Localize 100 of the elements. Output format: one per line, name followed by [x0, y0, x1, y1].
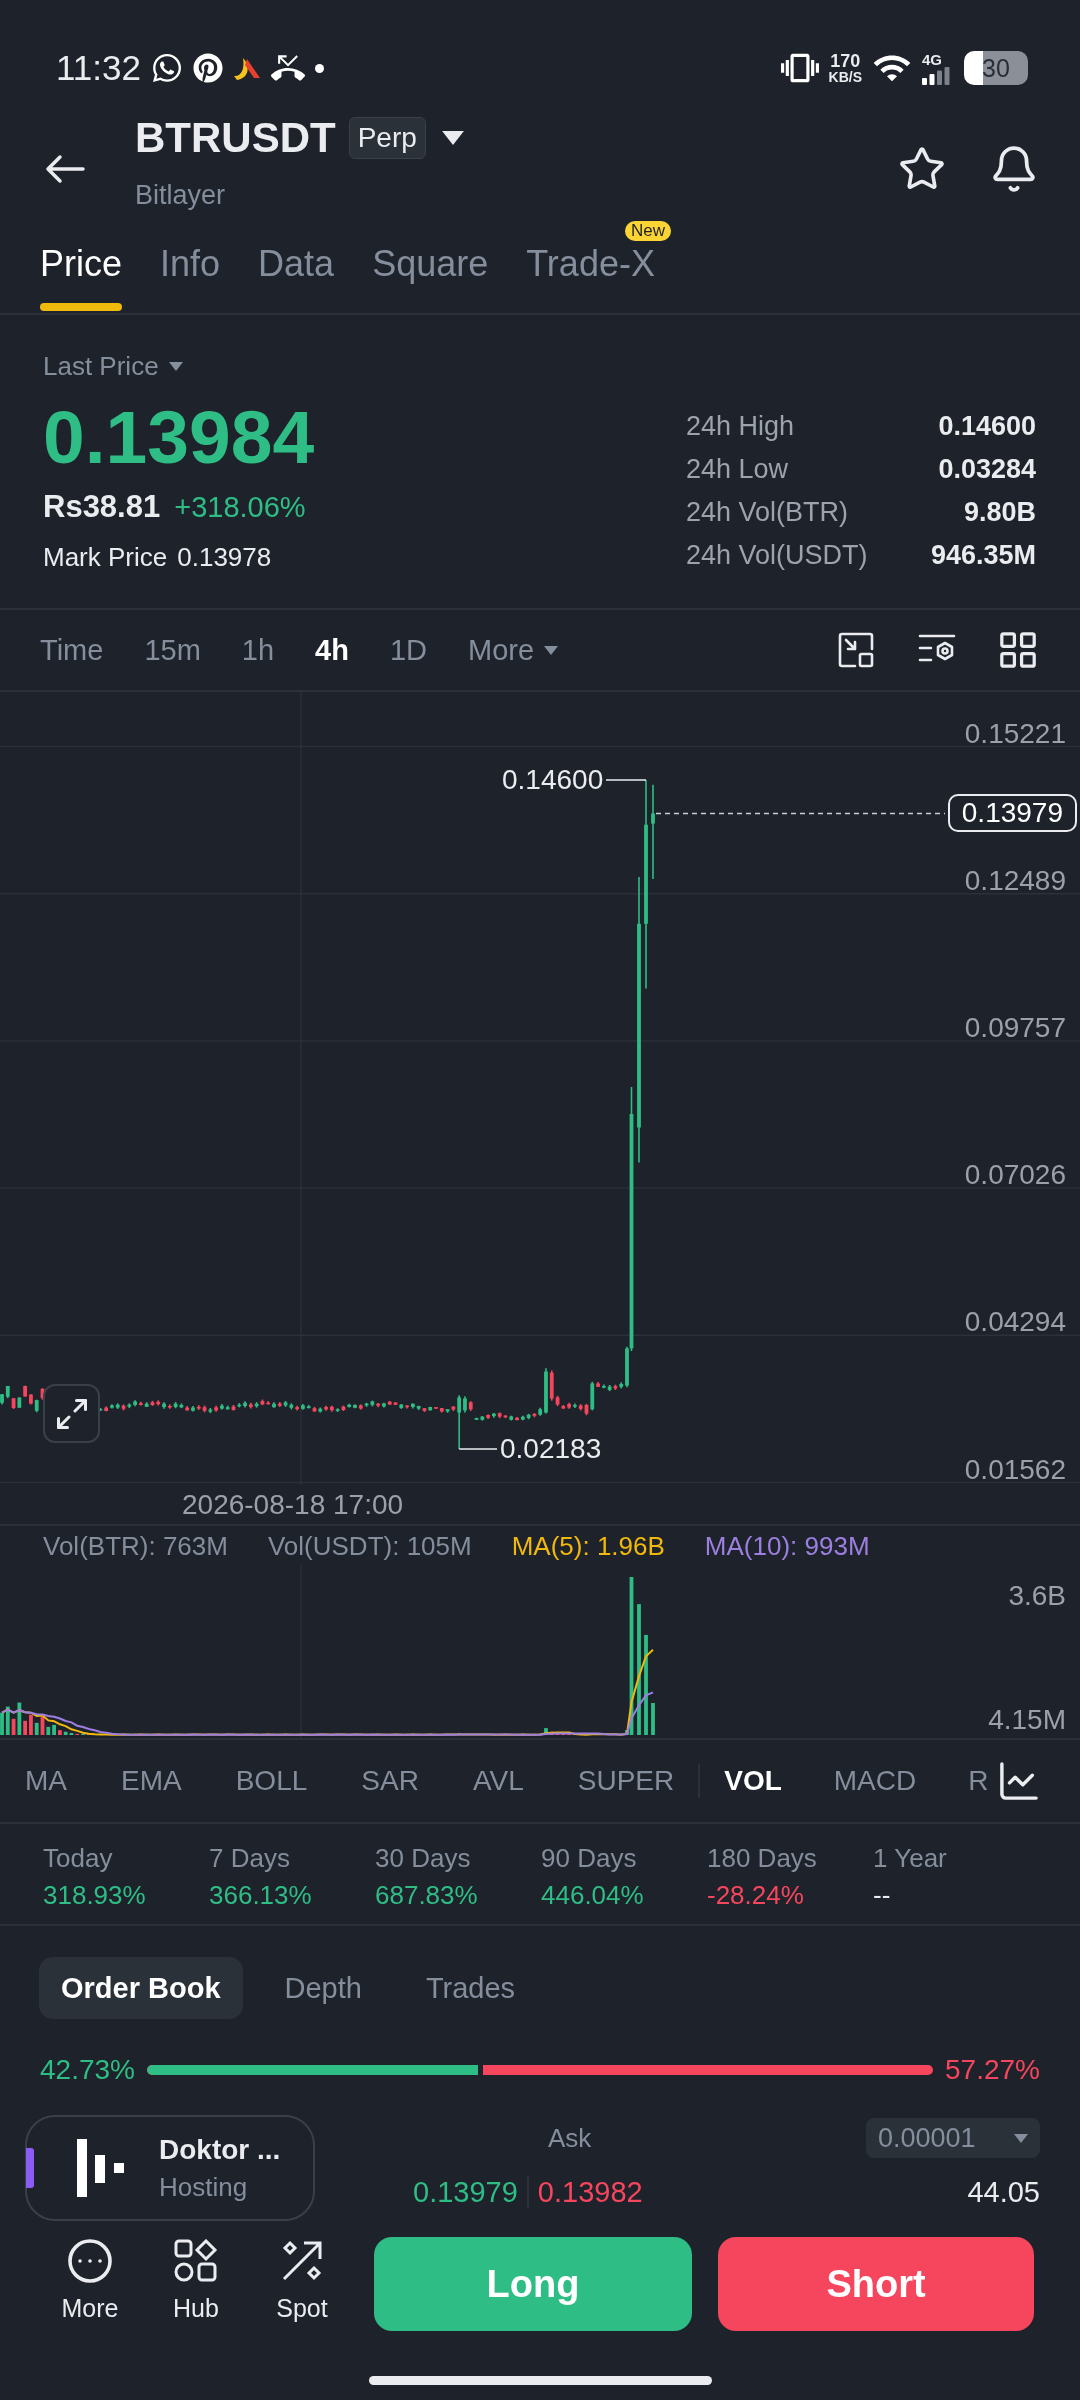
tab[interactable]: Square: [372, 243, 489, 313]
stat-label: 24h High: [686, 409, 795, 442]
tab[interactable]: Trade-X: [526, 243, 655, 313]
stat-value: 0.14600: [938, 409, 1036, 442]
best-ask-price: 0.13982: [537, 2175, 643, 2209]
price-type-dropdown[interactable]: Last Price: [43, 351, 183, 381]
price-axis-label: 0.07026: [964, 1160, 1066, 1191]
expand-arrows-icon: [56, 1398, 87, 1429]
order-amount: 44.05: [967, 2175, 1040, 2209]
stat-label: 24h Vol(BTR): [686, 495, 849, 528]
price-axis-label: 0.01562: [964, 1454, 1066, 1485]
period-change: --: [873, 1880, 891, 1910]
interval-tab[interactable]: Time: [40, 633, 104, 667]
period-change: 318.93%: [43, 1880, 146, 1910]
bell-icon[interactable]: [992, 145, 1036, 192]
indicator-tab[interactable]: SUPER: [577, 1765, 675, 1797]
period-label: Today: [43, 1843, 113, 1873]
high-price-marker: 0.14600: [502, 764, 604, 795]
indicator-tab[interactable]: AVL: [472, 1765, 524, 1797]
arrow-diamonds-icon: [280, 2239, 324, 2283]
book-tab[interactable]: Depth: [262, 1957, 384, 2019]
last-price: 0.13984: [43, 397, 315, 477]
volume-axis-label: 3.6B: [1008, 1581, 1066, 1611]
promo-title: Doktor ...: [159, 2134, 281, 2166]
period-label: 180 Days: [707, 1843, 817, 1873]
price-change: +318.06%: [174, 490, 306, 525]
stat-value: 0.03284: [938, 452, 1036, 485]
price-axis-label: 0.04294: [964, 1307, 1066, 1338]
book-tab[interactable]: Trades: [403, 1957, 538, 2019]
period-label: 30 Days: [375, 1843, 471, 1873]
ask-column-header: Ask: [548, 2123, 592, 2153]
window-resize-icon[interactable]: [838, 632, 874, 668]
tab[interactable]: Data: [258, 243, 335, 313]
pin-logo-icon: [193, 53, 223, 83]
stat-value: 946.35M: [930, 538, 1036, 571]
promo-subtitle: Hosting: [159, 2172, 248, 2202]
short-button[interactable]: Short: [718, 2237, 1034, 2331]
tab[interactable]: Price: [40, 243, 123, 313]
period-change: 687.83%: [375, 1880, 478, 1910]
period-change: 446.04%: [541, 1880, 644, 1910]
battery-indicator: 30: [964, 51, 1028, 85]
volume-legend-item: MA(5): 1.96B: [511, 1530, 665, 1561]
period-change: -28.24%: [707, 1880, 804, 1910]
mark-price-label: Mark Price: [43, 541, 168, 573]
caret-icon: [168, 361, 183, 371]
network-type-text: 4G: [922, 51, 942, 67]
caret-icon: [544, 645, 559, 655]
indicator-tab[interactable]: MA: [25, 1765, 67, 1797]
shapes-icon: [174, 2239, 218, 2283]
precision-dropdown[interactable]: 0.00001: [866, 2118, 1040, 2158]
price-axis-label: 0.15221: [964, 718, 1066, 749]
interval-tab[interactable]: 1D: [389, 633, 427, 667]
book-tab[interactable]: Order Book: [39, 1957, 243, 2019]
indicator-tab[interactable]: BOLL: [235, 1765, 308, 1797]
volume-legend-item: Vol(BTR): 763M: [43, 1530, 228, 1561]
status-time: 11:32: [56, 48, 141, 88]
accent-mark: [26, 2148, 34, 2188]
indicator-tab[interactable]: EMA: [121, 1765, 182, 1797]
indicator-tab[interactable]: R: [968, 1765, 989, 1797]
caret-icon[interactable]: [441, 131, 464, 145]
interval-tab[interactable]: 4h: [315, 633, 349, 667]
promo-card[interactable]: Doktor ... Hosting: [25, 2115, 315, 2221]
low-leader-line: [458, 1448, 498, 1450]
line-chart-icon[interactable]: [1000, 1762, 1038, 1800]
interval-tab[interactable]: 1h: [241, 633, 275, 667]
price-axis-label: 0.09757: [964, 1012, 1066, 1043]
best-bid-price: 0.13979: [413, 2175, 518, 2209]
bars-logo-icon: [77, 2139, 125, 2197]
phone-bubble-icon: [151, 52, 183, 84]
nav-button[interactable]: More: [45, 2239, 135, 2323]
period-label: 7 Days: [209, 1843, 290, 1873]
caret-icon: [1014, 2133, 1028, 2143]
back-arrow-icon: [45, 153, 85, 184]
fiat-price: Rs38.81: [43, 489, 161, 525]
new-badge: New: [624, 221, 671, 241]
indicator-tab[interactable]: VOL: [724, 1765, 782, 1797]
period-label: 90 Days: [541, 1843, 637, 1873]
network-speed-unit: KB/S: [828, 69, 862, 85]
nav-button[interactable]: Hub: [151, 2239, 241, 2323]
nav-button[interactable]: Spot: [257, 2239, 347, 2323]
price-axis-label: 0.12489: [964, 865, 1066, 896]
grid-icon[interactable]: [1000, 632, 1036, 668]
indicator-tab[interactable]: SAR: [361, 1765, 419, 1797]
high-leader-line: [605, 779, 647, 781]
period-label: 1 Year: [873, 1843, 947, 1873]
indicator-tab[interactable]: MACD: [833, 1765, 917, 1797]
interval-tab[interactable]: 15m: [144, 633, 201, 667]
more-dropdown[interactable]: More: [468, 633, 559, 667]
tab[interactable]: Info: [160, 243, 221, 313]
star-icon[interactable]: [900, 146, 944, 191]
symbol-subtitle: Bitlayer: [135, 179, 226, 211]
stat-label: 24h Vol(USDT): [686, 538, 868, 571]
symbol-title: BTRUSDT: [135, 114, 336, 162]
fullscreen-button[interactable]: [43, 1384, 100, 1443]
mark-price-value: 0.13978: [177, 541, 272, 573]
network-speed-value: 170: [830, 51, 861, 70]
ellipsis-circle-icon: [68, 2239, 112, 2283]
low-price-marker: 0.02183: [500, 1434, 602, 1464]
volume-axis-label: 4.15M: [988, 1705, 1066, 1735]
time-axis-label: 2026-08-18 17:00: [182, 1488, 404, 1521]
